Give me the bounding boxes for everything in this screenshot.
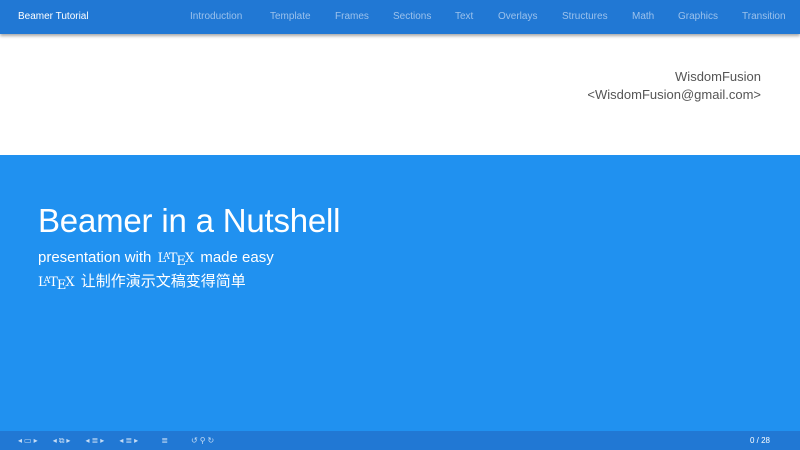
prev-slide-icon[interactable]: ◂	[18, 436, 22, 445]
top-navigation-bar: Beamer Tutorial Introduction Template Fr…	[0, 0, 800, 34]
search-icon[interactable]: ⚲	[200, 436, 206, 445]
prev-subsection-icon[interactable]: ◂	[86, 436, 90, 445]
frame-icon[interactable]: ⧉	[59, 436, 65, 445]
page-counter: 0 / 28	[749, 436, 770, 445]
next-section-icon[interactable]: ▸	[134, 436, 138, 445]
presentation-title-link[interactable]: Beamer Tutorial	[18, 0, 89, 34]
next-slide-icon[interactable]: ▸	[34, 436, 38, 445]
document-icon[interactable]: ≣	[161, 436, 168, 445]
nav-section-template[interactable]: Template	[270, 0, 311, 34]
nav-section-introduction[interactable]: Introduction	[190, 0, 242, 34]
next-frame-icon[interactable]: ▸	[66, 436, 70, 445]
forward-icon[interactable]: ↻	[208, 436, 215, 445]
author-email: <WisdomFusion@gmail.com>	[587, 87, 761, 102]
prev-section-icon[interactable]: ◂	[119, 436, 123, 445]
nav-section-text[interactable]: Text	[455, 0, 473, 34]
subtitle-chinese-text: 让制作演示文稿变得简单	[80, 273, 246, 290]
nav-section-structures[interactable]: Structures	[562, 0, 608, 34]
nav-section-graphics[interactable]: Graphics	[678, 0, 718, 34]
nav-section-transition[interactable]: Transition	[742, 0, 786, 34]
bottom-navigation-bar: ◂ ▭ ▸ ◂ ⧉ ▸ ◂ ≣ ▸ ◂ ≣ ▸ ≣ ↺ ⚲ ↻ 0 / 28	[0, 431, 800, 450]
slide-icon[interactable]: ▭	[24, 436, 32, 445]
latex-logo: LATEX	[157, 251, 195, 269]
title-panel: Beamer in a Nutshell presentation with L…	[0, 155, 800, 431]
author-name: WisdomFusion	[675, 69, 761, 84]
subtitle-text-before: presentation with	[38, 249, 152, 266]
subtitle-text-after: made easy	[200, 249, 274, 266]
next-subsection-icon[interactable]: ▸	[100, 436, 104, 445]
prev-frame-icon[interactable]: ◂	[53, 436, 57, 445]
nav-section-overlays[interactable]: Overlays	[498, 0, 537, 34]
nav-section-math[interactable]: Math	[632, 0, 654, 34]
slide-subtitle-chinese: LATEX 让制作演示文稿变得简单	[38, 272, 246, 294]
author-block: WisdomFusion <WisdomFusion@gmail.com>	[587, 68, 761, 104]
subsection-icon[interactable]: ≣	[92, 436, 99, 445]
back-icon[interactable]: ↺	[191, 436, 198, 445]
nav-section-sections[interactable]: Sections	[393, 0, 431, 34]
latex-logo: LATEX	[38, 275, 75, 293]
section-icon[interactable]: ≣	[125, 436, 132, 445]
slide-subtitle-english: presentation with LATEX made easy	[38, 248, 274, 270]
beamer-navigation-symbols: ◂ ▭ ▸ ◂ ⧉ ▸ ◂ ≣ ▸ ◂ ≣ ▸ ≣ ↺ ⚲ ↻	[18, 431, 216, 450]
nav-section-frames[interactable]: Frames	[335, 0, 369, 34]
slide-title: Beamer in a Nutshell	[38, 202, 341, 239]
